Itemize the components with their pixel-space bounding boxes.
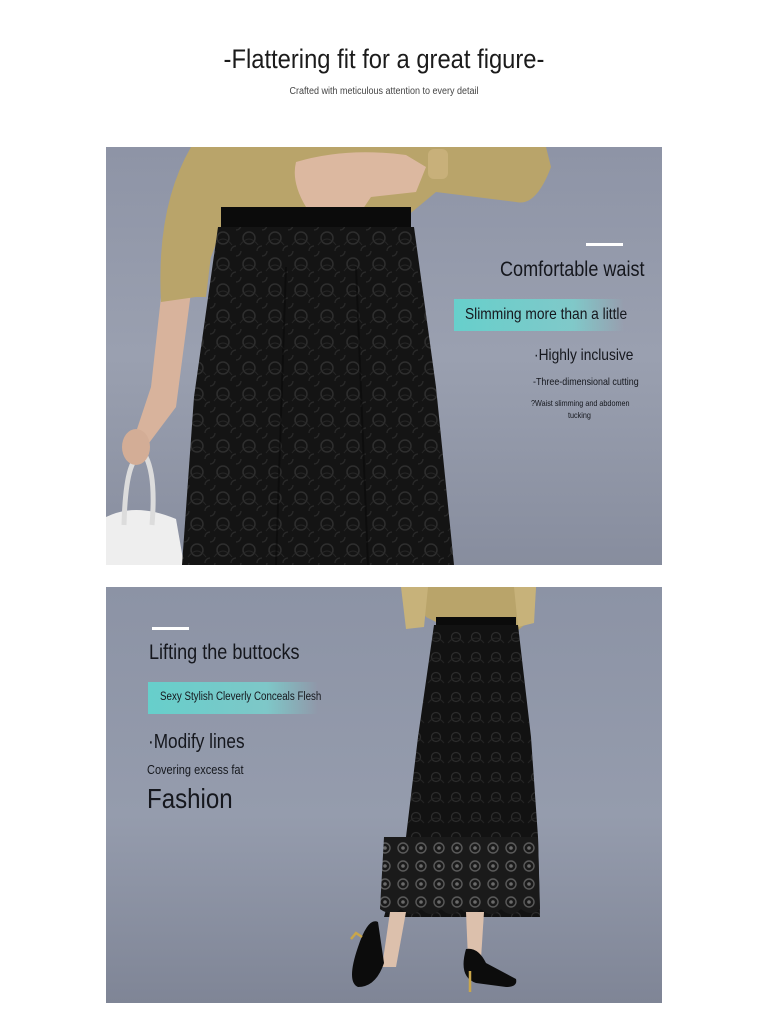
accent-bar	[152, 627, 189, 630]
buttocks-point: ·Modify lines	[148, 731, 245, 753]
buttocks-detail: Covering excess fat	[147, 763, 244, 777]
waist-detail-1: -Three-dimensional cutting	[533, 376, 639, 388]
waist-highlight: Slimming more than a little	[465, 306, 628, 323]
page-title: -Flattering fit for a great figure-	[223, 44, 545, 74]
accent-bar	[586, 243, 623, 246]
waist-detail-2: ?Waist slimming and abdomen	[531, 398, 630, 408]
fashion-label: Fashion	[147, 783, 233, 814]
waist-point: ·Highly inclusive	[534, 347, 634, 364]
page-subtitle: Crafted with meticulous attention to eve…	[289, 86, 479, 97]
product-photo-full: Lifting the buttocks Sexy Stylish Clever…	[106, 587, 662, 1003]
buttocks-highlight: Sexy Stylish Cleverly Conceals Flesh	[160, 691, 322, 703]
product-photo-waist: Comfortable waist Slimming more than a l…	[106, 147, 662, 565]
waist-detail-3: tucking	[568, 410, 591, 420]
waist-heading: Comfortable waist	[500, 258, 645, 281]
buttocks-heading: Lifting the buttocks	[149, 641, 300, 664]
